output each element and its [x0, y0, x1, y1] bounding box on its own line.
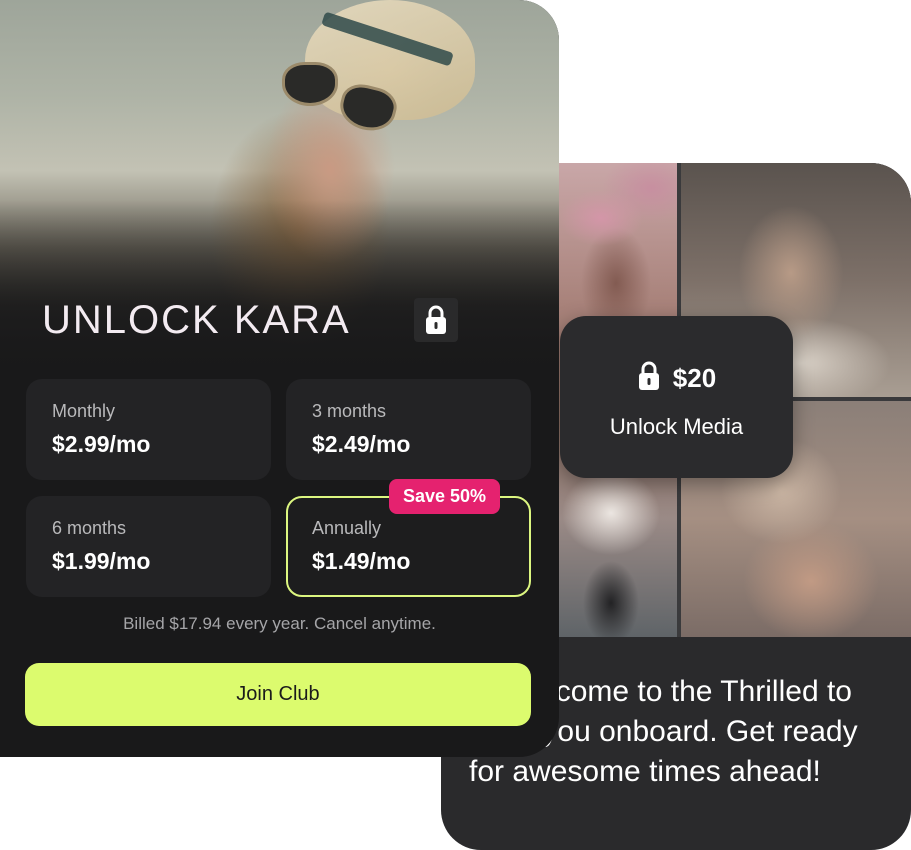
unlock-media-button[interactable]: $20 Unlock Media [560, 316, 793, 478]
title-row: UNLOCK KARA [42, 292, 351, 348]
billing-note: Billed $17.94 every year. Cancel anytime… [123, 614, 436, 633]
unlock-price: $20 [672, 363, 717, 393]
sunglasses-left [282, 62, 338, 106]
plan-price: $1.99/mo [52, 548, 151, 574]
save-badge: Save 50% [389, 479, 501, 514]
plan-6-months[interactable]: 6 months $1.99/mo [26, 496, 271, 597]
plan-name: Monthly [52, 401, 116, 421]
lock-icon [637, 361, 661, 396]
paywall-card: UNLOCK KARA Monthly $2.99/mo 3 months $2… [0, 0, 559, 757]
unlock-media-label: Unlock Media [609, 414, 744, 439]
page-title: UNLOCK KARA [42, 297, 351, 342]
plan-name: 3 months [312, 401, 387, 421]
plan-price: $2.49/mo [312, 431, 411, 457]
plan-price: $2.99/mo [52, 431, 151, 457]
plan-3-months[interactable]: 3 months $2.49/mo [286, 379, 531, 480]
join-club-button[interactable]: Join Club [25, 663, 531, 726]
lock-icon [414, 298, 458, 342]
plan-price: $1.49/mo [312, 548, 411, 574]
plan-monthly[interactable]: Monthly $2.99/mo [26, 379, 271, 480]
hero-fade [0, 200, 559, 380]
plan-name: 6 months [52, 518, 127, 538]
plan-name: Annually [312, 518, 382, 538]
unlock-price-row: $20 [560, 361, 793, 396]
